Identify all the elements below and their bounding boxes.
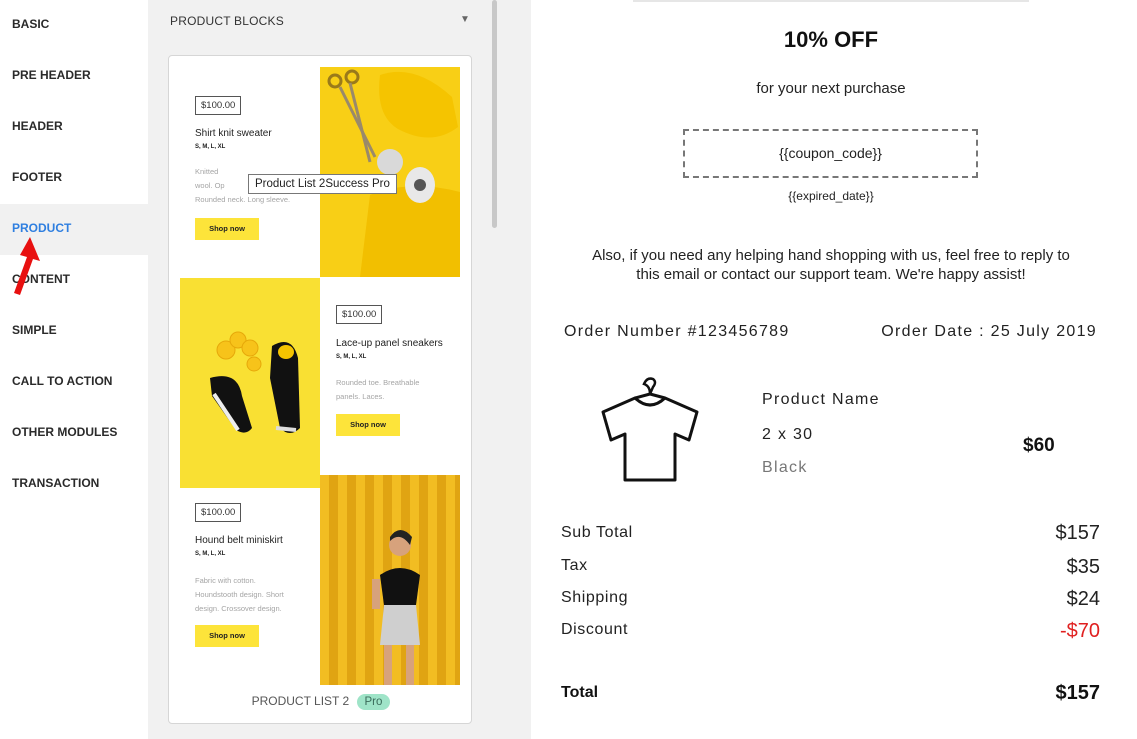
block-library-panel: PRODUCT BLOCKS ▼ $100.00 Shirt knit swea… xyxy=(148,0,498,739)
block-tooltip: Product List 2Success Pro xyxy=(248,174,397,194)
nav-item-basic[interactable]: BASIC xyxy=(0,0,148,51)
tax-label: Tax xyxy=(561,557,588,574)
scrollbar-thumb[interactable] xyxy=(492,0,497,228)
tax-value: $35 xyxy=(1066,556,1100,578)
offer-subline: for your next purchase xyxy=(756,80,906,97)
divider xyxy=(633,0,1029,2)
expiry-date: {{expired_date}} xyxy=(788,189,874,203)
miniskirt-photo-image xyxy=(320,475,460,685)
red-arrow-icon xyxy=(14,237,40,295)
sneakers-photo-image xyxy=(180,278,320,475)
product-2-text: $100.00 Lace-up panel sneakers S, M, L, … xyxy=(320,278,460,488)
nav-item-footer[interactable]: FOOTER xyxy=(0,153,148,204)
product-quantity: 2 x 30 xyxy=(762,426,814,443)
product-1-image xyxy=(320,67,460,277)
product-price: $60 xyxy=(1023,435,1055,456)
discount-value: -$70 xyxy=(1059,620,1100,642)
sweater-photo-image xyxy=(320,67,460,277)
block-name-label: PRODUCT LIST 2 xyxy=(251,694,350,708)
nav-item-transaction[interactable]: TRANSACTION xyxy=(0,459,148,510)
product-name: Product Name xyxy=(762,391,880,408)
chevron-down-icon[interactable]: ▼ xyxy=(460,14,470,25)
product-sizes: S, M, L, XL xyxy=(195,551,226,557)
product-name: Hound belt miniskirt xyxy=(195,535,283,546)
support-message-line-2: this email or contact our support team. … xyxy=(636,266,1026,283)
nav-item-header[interactable]: HEADER xyxy=(0,102,148,153)
product-3-text: $100.00 Hound belt miniskirt S, M, L, XL… xyxy=(180,475,320,685)
product-list-2-card[interactable]: $100.00 Shirt knit sweater S, M, L, XL K… xyxy=(168,55,472,724)
total-value: $157 xyxy=(1055,682,1101,704)
subtotal-label: Sub Total xyxy=(561,524,633,541)
shipping-value: $24 xyxy=(1066,588,1100,610)
product-desc: panels. Laces. xyxy=(336,392,385,401)
total-label: Total xyxy=(561,684,599,701)
product-2-image xyxy=(180,278,320,488)
product-color: Black xyxy=(762,459,808,476)
product-desc: Houndstooth design. Short xyxy=(195,590,284,599)
order-number: Order Number #123456789 xyxy=(564,323,790,340)
product-3-image xyxy=(320,475,460,685)
product-sizes: S, M, L, XL xyxy=(195,144,226,150)
product-desc: Fabric with cotton. xyxy=(195,576,256,585)
product-desc: design. Crossover design. xyxy=(195,604,282,613)
product-desc: Rounded toe. Breathable xyxy=(336,378,420,387)
product-price: $100.00 xyxy=(336,305,383,324)
product-name: Lace-up panel sneakers xyxy=(336,338,443,349)
product-desc: Rounded neck. Long sleeve. xyxy=(195,195,291,204)
shop-now-button[interactable]: Shop now xyxy=(195,218,259,240)
product-price: $100.00 xyxy=(195,503,242,522)
order-date: Order Date : 25 July 2019 xyxy=(881,323,1097,340)
shop-now-button[interactable]: Shop now xyxy=(336,414,400,436)
product-price: $100.00 xyxy=(195,96,242,115)
offer-headline: 10% OFF xyxy=(783,27,879,52)
section-title: PRODUCT BLOCKS xyxy=(170,14,284,28)
pro-badge: Pro xyxy=(356,694,391,710)
category-sidebar: BASIC PRE HEADER HEADER FOOTER PRODUCT C… xyxy=(0,0,148,739)
support-message-line-1: Also, if you need any helping hand shopp… xyxy=(592,247,1070,264)
subtotal-value: $157 xyxy=(1055,522,1101,544)
nav-item-pre-header[interactable]: PRE HEADER xyxy=(0,51,148,102)
product-sizes: S, M, L, XL xyxy=(336,354,367,360)
product-1-text: $100.00 Shirt knit sweater S, M, L, XL K… xyxy=(180,67,320,277)
card-footer: PRODUCT LIST 2 Pro xyxy=(169,694,471,710)
shipping-label: Shipping xyxy=(561,589,629,606)
nav-item-call-to-action[interactable]: CALL TO ACTION xyxy=(0,357,148,408)
nav-item-other-modules[interactable]: OTHER MODULES xyxy=(0,408,148,459)
coupon-code-box: {{coupon_code}} xyxy=(683,129,978,178)
product-name: Shirt knit sweater xyxy=(195,128,272,139)
tshirt-icon xyxy=(601,377,699,482)
email-preview: 10% OFF for your next purchase {{coupon_… xyxy=(531,0,1137,739)
discount-label: Discount xyxy=(561,621,629,638)
shop-now-button[interactable]: Shop now xyxy=(195,625,259,647)
nav-item-simple[interactable]: SIMPLE xyxy=(0,306,148,357)
